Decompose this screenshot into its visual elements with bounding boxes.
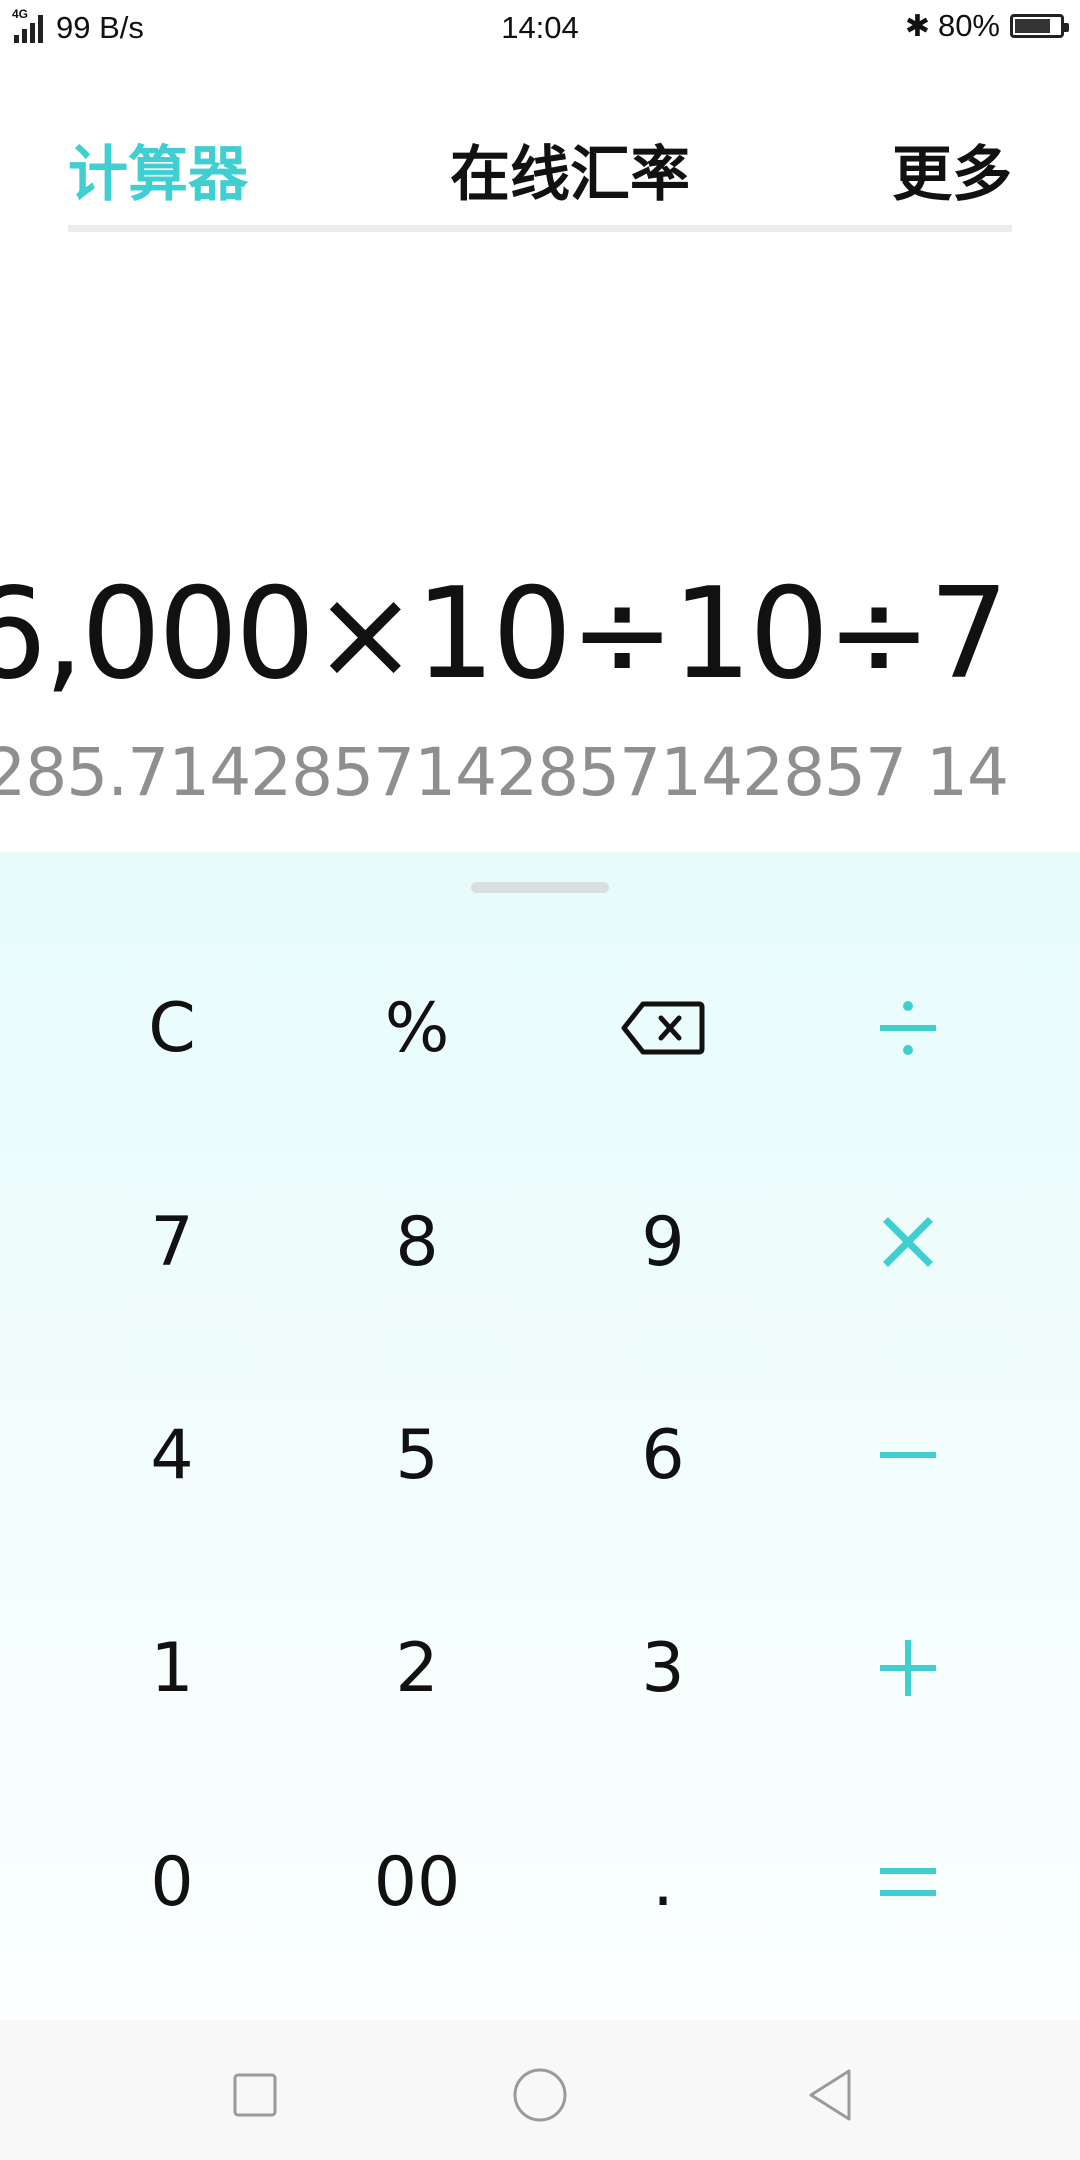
key-0[interactable]: 0 xyxy=(72,1807,272,1957)
status-right: ✱ 80% xyxy=(904,8,1069,44)
triangle-back-icon xyxy=(809,2069,851,2121)
result-display: 2,285.7142857142857142857 14 xyxy=(0,734,1009,811)
tab-calculator[interactable]: 计算器 xyxy=(68,135,248,215)
key-add[interactable] xyxy=(808,1593,1008,1743)
square-icon xyxy=(233,2073,277,2117)
divide-icon xyxy=(880,1001,936,1055)
back-button[interactable] xyxy=(795,2060,865,2130)
tab-bar: 计算器 在线汇率 更多 xyxy=(68,120,1012,230)
drag-handle[interactable] xyxy=(471,882,609,893)
key-clear[interactable]: C xyxy=(72,953,272,1103)
calculator-screen: 4G 99 B/s 14:04 ✱ 80% 计算器 在线汇率 更多 16,000… xyxy=(0,0,1080,2160)
minus-icon xyxy=(880,1452,936,1458)
circle-icon xyxy=(513,2068,567,2122)
equals-icon xyxy=(880,1868,936,1896)
key-divide[interactable] xyxy=(808,953,1008,1103)
multiply-icon xyxy=(883,1217,933,1267)
key-backspace[interactable] xyxy=(563,953,763,1103)
key-5[interactable]: 5 xyxy=(317,1380,517,1530)
expression-display: 16,000×10÷10÷7 xyxy=(0,560,1009,707)
key-4[interactable]: 4 xyxy=(72,1380,272,1530)
key-equals[interactable] xyxy=(808,1807,1008,1957)
key-subtract[interactable] xyxy=(808,1380,1008,1530)
key-2[interactable]: 2 xyxy=(317,1593,517,1743)
key-7[interactable]: 7 xyxy=(72,1167,272,1317)
keypad-panel: C % 7 8 9 4 5 6 1 2 3 0 00 . xyxy=(0,852,1080,2020)
key-decimal[interactable]: . xyxy=(563,1807,763,1957)
battery-icon xyxy=(1010,14,1069,38)
key-multiply[interactable] xyxy=(808,1167,1008,1317)
key-8[interactable]: 8 xyxy=(317,1167,517,1317)
tabs-divider xyxy=(68,225,1012,232)
battery-percent: 80% xyxy=(937,8,1000,43)
bluetooth-icon: ✱ xyxy=(904,9,930,43)
key-3[interactable]: 3 xyxy=(563,1593,763,1743)
battery-fill xyxy=(1015,19,1050,33)
key-6[interactable]: 6 xyxy=(563,1380,763,1530)
tab-more[interactable]: 更多 xyxy=(892,135,1012,215)
plus-icon xyxy=(880,1640,936,1696)
key-00[interactable]: 00 xyxy=(317,1807,517,1957)
backspace-icon xyxy=(621,1001,705,1055)
status-bar: 4G 99 B/s 14:04 ✱ 80% xyxy=(0,0,1080,56)
recent-apps-button[interactable] xyxy=(220,2060,290,2130)
navigation-bar xyxy=(0,2020,1080,2160)
key-percent[interactable]: % xyxy=(317,953,517,1103)
tab-exchange-rate[interactable]: 在线汇率 xyxy=(450,135,690,215)
home-button[interactable] xyxy=(505,2060,575,2130)
key-9[interactable]: 9 xyxy=(563,1167,763,1317)
key-1[interactable]: 1 xyxy=(72,1593,272,1743)
